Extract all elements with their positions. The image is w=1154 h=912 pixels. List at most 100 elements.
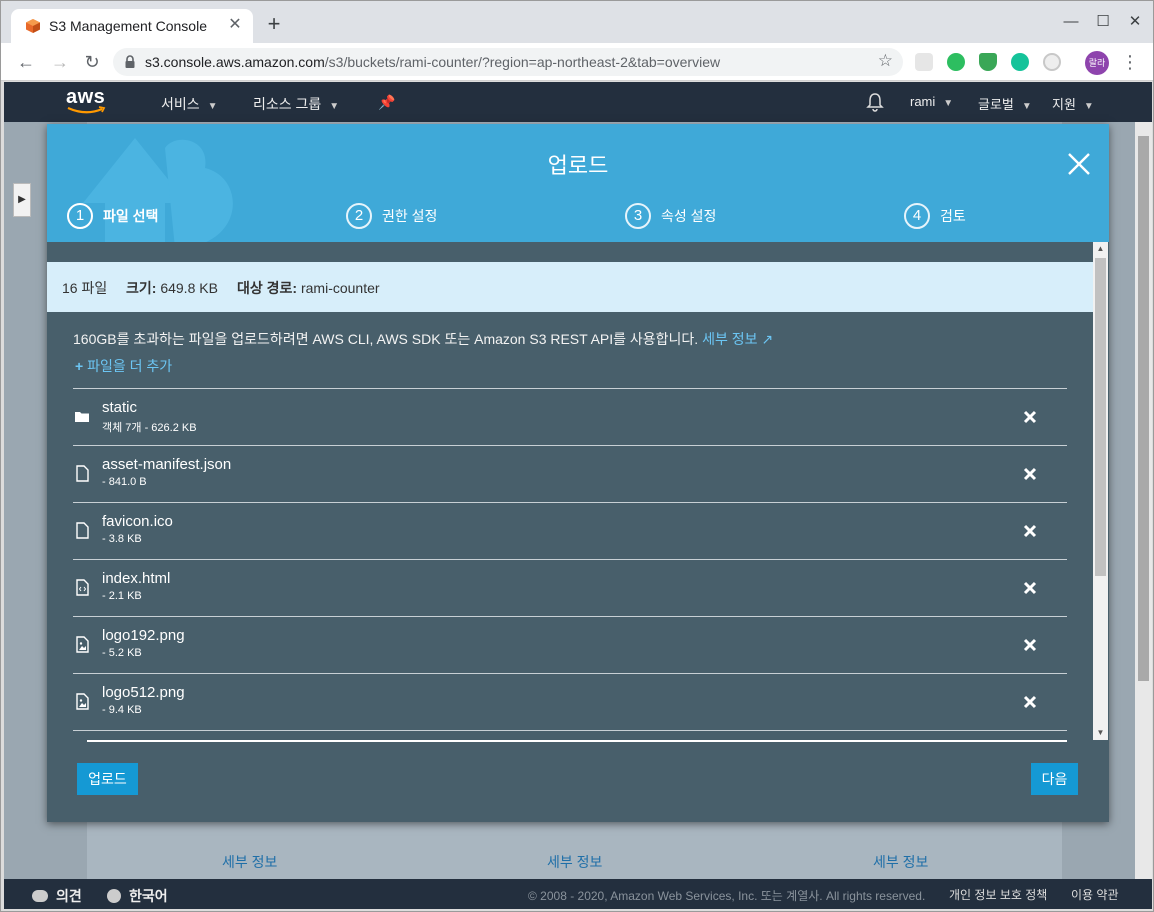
total-size: 크기: 649.8 KB <box>126 280 218 296</box>
page-scrollbar[interactable] <box>1135 122 1152 879</box>
file-name: asset-manifest.json <box>102 456 232 473</box>
file-name: favicon.ico <box>102 513 173 530</box>
file-meta: 객체 7개 - 626.2 KB <box>102 422 197 434</box>
forward-icon[interactable]: → <box>47 49 73 75</box>
browser-window: S3 Management Console ✕ + — ☐ ✕ ← → ↻ s3… <box>0 0 1154 912</box>
globe-icon <box>107 889 121 903</box>
window-close-icon[interactable]: ✕ <box>1123 11 1147 33</box>
tab-close-icon[interactable]: ✕ <box>225 15 245 35</box>
services-menu[interactable]: 서비스 ▼ <box>161 94 218 114</box>
code-file-icon <box>76 579 89 596</box>
file-meta: - 2.1 KB <box>102 590 142 602</box>
url-text: s3.console.aws.amazon.com/s3/buckets/ram… <box>145 54 721 70</box>
destination-path: 대상 경로: rami-counter <box>237 280 380 296</box>
s3-favicon-icon <box>26 19 40 33</box>
profile-avatar[interactable]: 랄라 <box>1085 51 1109 75</box>
step-permissions[interactable]: 2 권한 설정 <box>346 203 437 229</box>
modal-close-icon[interactable] <box>1067 152 1091 176</box>
privacy-policy-link[interactable]: 개인 정보 보호 정책 <box>949 886 1047 903</box>
size-limit-note: 160GB를 초과하는 파일을 업로드하려면 AWS CLI, AWS SDK … <box>73 331 774 347</box>
file-row: asset-manifest.json - 841.0 B <box>73 445 1067 502</box>
modal-scrollbar-thumb[interactable] <box>1095 258 1106 576</box>
file-name: static <box>102 399 138 416</box>
page-scrollbar-thumb[interactable] <box>1138 136 1149 681</box>
remove-file-icon[interactable] <box>1021 522 1039 540</box>
file-row: favicon.ico - 3.8 KB <box>73 502 1067 559</box>
aws-smile-icon <box>67 106 106 114</box>
support-menu[interactable]: 지원 ▼ <box>1052 94 1094 113</box>
aws-top-nav: aws 서비스 ▼ 리소스 그룹 ▼ 📌 rami ▼ 글로벌 ▼ 지원 ▼ <box>4 82 1152 122</box>
maximize-icon[interactable]: ☐ <box>1091 11 1115 33</box>
browser-tab[interactable]: S3 Management Console ✕ <box>11 9 253 43</box>
feedback-link[interactable]: 의견 <box>32 886 82 906</box>
sidebar-toggle-icon[interactable]: ▶ <box>13 183 31 217</box>
background-details-link: 세부 정보 <box>873 854 929 870</box>
bell-icon[interactable] <box>866 92 884 112</box>
bookmark-star-icon[interactable]: ☆ <box>878 51 893 71</box>
pin-icon[interactable]: 📌 <box>378 94 395 111</box>
copyright-text: © 2008 - 2020, Amazon Web Services, Inc.… <box>528 889 926 903</box>
modal-scrollbar[interactable]: ▲ ▼ <box>1093 242 1108 740</box>
modal-header: 업로드 1 파일 선택 2 권한 설정 3 속성 설정 4 검토 <box>47 124 1109 242</box>
file-meta: - 3.8 KB <box>102 533 142 545</box>
background-details-link: 세부 정보 <box>547 854 603 870</box>
details-link[interactable]: 세부 정보 ↗ <box>702 331 773 347</box>
remove-file-icon[interactable] <box>1021 465 1039 483</box>
image-file-icon <box>76 693 89 710</box>
browser-menu-icon[interactable]: ⋮ <box>1121 51 1139 75</box>
file-meta: - 841.0 B <box>102 476 147 488</box>
file-row: logo512.png - 9.4 KB <box>73 673 1067 730</box>
file-icon <box>76 522 89 539</box>
plus-icon: + <box>75 358 84 374</box>
back-icon[interactable]: ← <box>13 49 39 75</box>
aws-logo[interactable]: aws <box>66 86 108 116</box>
file-count: 16 파일 <box>62 280 108 296</box>
lock-icon <box>125 55 135 68</box>
step-review[interactable]: 4 검토 <box>904 203 966 229</box>
remove-file-icon[interactable] <box>1021 693 1039 711</box>
reload-icon[interactable]: ↻ <box>79 49 105 75</box>
shield-extension-icon[interactable] <box>979 53 997 71</box>
terms-link[interactable]: 이용 약관 <box>1071 886 1119 903</box>
upload-summary-bar: 16 파일 크기: 649.8 KB 대상 경로: rami-counter <box>47 262 1093 312</box>
image-file-icon <box>76 636 89 653</box>
speech-bubble-icon <box>32 890 48 902</box>
file-meta: - 9.4 KB <box>102 704 142 716</box>
language-selector[interactable]: 한국어 <box>107 886 168 906</box>
extension-grid-icon[interactable] <box>915 53 933 71</box>
address-bar: ← → ↻ s3.console.aws.amazon.com/s3/bucke… <box>1 43 1153 81</box>
file-row: static 객체 7개 - 626.2 KB <box>73 388 1067 445</box>
minimize-icon[interactable]: — <box>1059 11 1083 33</box>
next-button[interactable]: 다음 <box>1031 763 1078 795</box>
file-list-bottom-border <box>87 740 1067 742</box>
background-details-link: 세부 정보 <box>222 854 278 870</box>
resource-groups-menu[interactable]: 리소스 그룹 ▼ <box>253 94 339 114</box>
grammarly-icon[interactable] <box>1011 53 1029 71</box>
new-tab-button[interactable]: + <box>263 13 285 37</box>
aws-footer: 의견 한국어 © 2008 - 2020, Amazon Web Service… <box>4 879 1152 909</box>
tab-title: S3 Management Console <box>49 18 207 34</box>
timer-extension-icon[interactable] <box>1043 53 1061 71</box>
folder-icon <box>75 412 89 422</box>
remove-file-icon[interactable] <box>1021 579 1039 597</box>
file-icon <box>76 465 89 482</box>
add-more-files-button[interactable]: + 파일을 더 추가 <box>75 356 172 376</box>
evernote-icon[interactable] <box>947 53 965 71</box>
upload-modal: 업로드 1 파일 선택 2 권한 설정 3 속성 설정 4 검토 16 파일 크기: 6… <box>47 124 1109 822</box>
modal-title: 업로드 <box>547 153 609 178</box>
scroll-down-icon[interactable]: ▼ <box>1093 726 1108 740</box>
remove-file-icon[interactable] <box>1021 636 1039 654</box>
region-menu[interactable]: 글로벌 ▼ <box>978 94 1032 113</box>
file-meta: - 5.2 KB <box>102 647 142 659</box>
remove-file-icon[interactable] <box>1021 408 1039 426</box>
url-field[interactable]: s3.console.aws.amazon.com/s3/buckets/ram… <box>113 48 903 76</box>
scroll-up-icon[interactable]: ▲ <box>1093 242 1108 256</box>
upload-button[interactable]: 업로드 <box>77 763 138 795</box>
user-menu[interactable]: rami ▼ <box>910 94 953 109</box>
file-row: index.html - 2.1 KB <box>73 559 1067 616</box>
step-choose-files[interactable]: 1 파일 선택 <box>67 203 158 229</box>
file-name: index.html <box>102 570 171 587</box>
step-properties[interactable]: 3 속성 설정 <box>625 203 716 229</box>
file-name: logo192.png <box>102 627 185 644</box>
tab-bar: S3 Management Console ✕ + — ☐ ✕ <box>1 1 1153 43</box>
